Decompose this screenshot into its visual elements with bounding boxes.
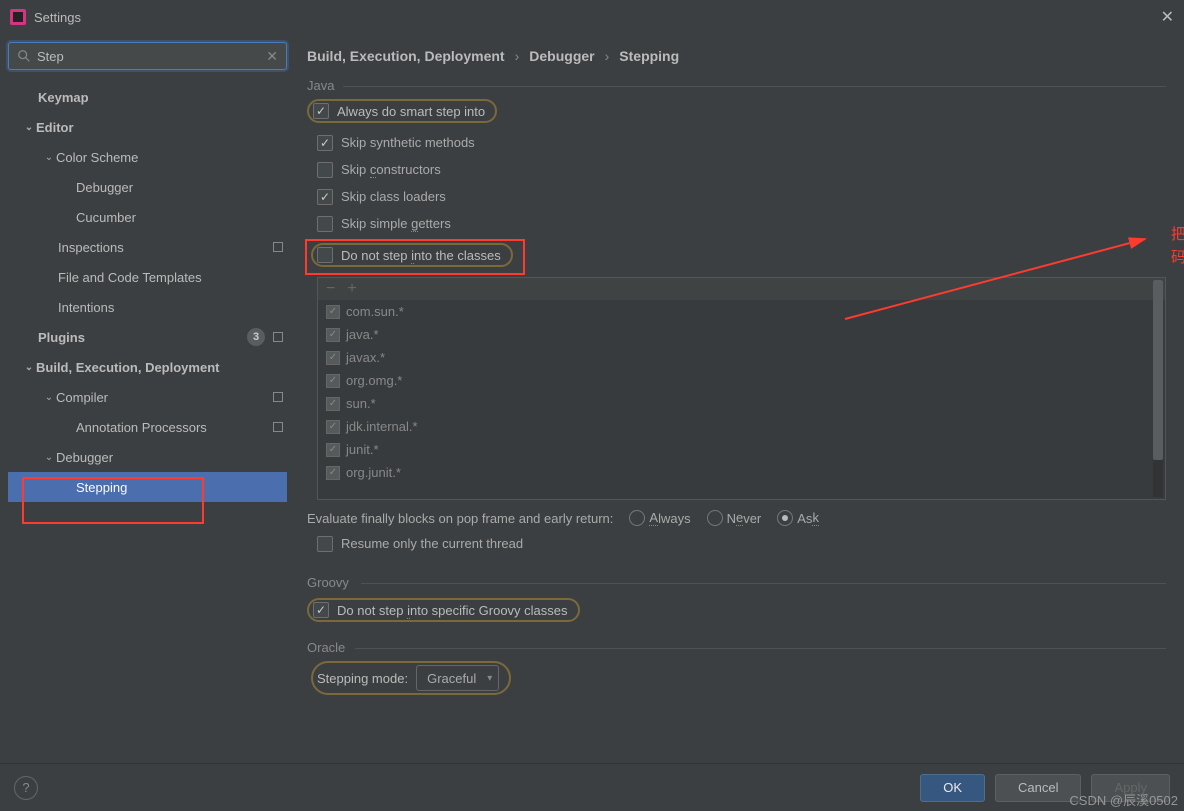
modified-marker-icon <box>273 422 283 432</box>
chevron-down-icon: ⌄ <box>42 452 56 463</box>
watermark: CSDN @辰溪0502 <box>1069 790 1178 809</box>
tree-annotation-proc[interactable]: Annotation Processors <box>8 412 287 442</box>
checkbox-resume-current[interactable] <box>317 536 333 552</box>
label-skip-synth: Skip synthetic methods <box>341 135 475 150</box>
item-checkbox[interactable] <box>326 328 340 342</box>
search-icon <box>17 49 31 63</box>
plugins-count-badge: 3 <box>247 328 265 346</box>
item-checkbox[interactable] <box>326 351 340 365</box>
chevron-down-icon: ⌄ <box>42 392 56 403</box>
modified-marker-icon <box>273 332 283 342</box>
list-item[interactable]: java.* <box>318 323 1165 346</box>
item-checkbox[interactable] <box>326 420 340 434</box>
checkbox-groovy-no-step[interactable] <box>313 602 329 618</box>
list-item[interactable]: jdk.internal.* <box>318 415 1165 438</box>
bc-debugger[interactable]: Debugger <box>529 48 594 64</box>
ok-button[interactable]: OK <box>920 774 985 802</box>
item-checkbox[interactable] <box>326 443 340 457</box>
search-input[interactable] <box>37 49 266 64</box>
help-button[interactable]: ? <box>14 776 38 800</box>
label-skip-getters: Skip simple getters <box>341 216 451 231</box>
tree-file-templates[interactable]: File and Code Templates <box>8 262 287 292</box>
list-item[interactable]: javax.* <box>318 346 1165 369</box>
modified-marker-icon <box>273 392 283 402</box>
search-field[interactable]: ✕ <box>8 42 287 70</box>
tree-plugins[interactable]: Plugins3 <box>8 322 287 352</box>
checkbox-smart-step[interactable] <box>313 103 329 119</box>
app-icon <box>10 9 26 25</box>
chevron-right-icon: › <box>515 48 520 64</box>
tree-editor[interactable]: ⌄Editor <box>8 112 287 142</box>
modified-marker-icon <box>273 242 283 252</box>
list-item[interactable]: com.sun.* <box>318 300 1165 323</box>
clear-search-icon[interactable]: ✕ <box>266 48 278 65</box>
label-skip-ctor: Skip constructors <box>341 162 441 177</box>
section-oracle: Oracle <box>307 640 1166 655</box>
eval-finally-row: Evaluate finally blocks on pop frame and… <box>307 510 1166 526</box>
tree-intentions[interactable]: Intentions <box>8 292 287 322</box>
tree-bed[interactable]: ⌄Build, Execution, Deployment <box>8 352 287 382</box>
breadcrumb: Build, Execution, Deployment › Debugger … <box>307 48 1166 64</box>
stepping-mode-label: Stepping mode: <box>317 671 408 686</box>
item-checkbox[interactable] <box>326 466 340 480</box>
sidebar: ✕ Keymap ⌄Editor ⌄Color Scheme Debugger … <box>0 34 295 754</box>
content-panel: Build, Execution, Deployment › Debugger … <box>295 34 1184 754</box>
class-filter-list: − + com.sun.* java.* javax.* org.omg.* s… <box>317 277 1166 500</box>
scrollbar-thumb[interactable] <box>1153 280 1163 460</box>
tree-stepping[interactable]: Stepping <box>8 472 287 502</box>
tree-compiler[interactable]: ⌄Compiler <box>8 382 287 412</box>
eval-label: Evaluate finally blocks on pop frame and… <box>307 511 613 526</box>
window-title: Settings <box>34 10 81 25</box>
list-toolbar: − + <box>318 278 1165 300</box>
item-checkbox[interactable] <box>326 397 340 411</box>
chevron-down-icon: ⌄ <box>22 362 36 373</box>
label-groovy-no-step: Do not step into specific Groovy classes <box>337 603 568 618</box>
stepping-mode-dropdown[interactable]: Graceful <box>416 665 499 691</box>
list-item[interactable]: sun.* <box>318 392 1165 415</box>
chevron-down-icon: ⌄ <box>42 152 56 163</box>
item-checkbox[interactable] <box>326 305 340 319</box>
list-item[interactable]: org.junit.* <box>318 461 1165 484</box>
tree-debugger[interactable]: ⌄Debugger <box>8 442 287 472</box>
highlight-stepping-mode: Stepping mode: Graceful <box>311 661 511 695</box>
checkbox-skip-ctor[interactable] <box>317 162 333 178</box>
label-no-step-classes: Do not step into the classes <box>341 248 501 263</box>
highlight-groovy-no-step: Do not step into specific Groovy classes <box>307 598 580 622</box>
radio-never[interactable]: Never <box>707 510 762 526</box>
remove-icon[interactable]: − <box>326 280 335 298</box>
checkbox-no-step-classes[interactable] <box>317 247 333 263</box>
section-java: Java <box>307 78 1166 93</box>
list-item[interactable]: junit.* <box>318 438 1165 461</box>
annotation-text: 把这个取消 这样调试的时候就可以进入到源码里面 <box>1171 224 1184 269</box>
list-item[interactable]: org.omg.* <box>318 369 1165 392</box>
chevron-right-icon: › <box>605 48 610 64</box>
footer: ? OK Cancel Apply <box>0 763 1184 811</box>
label-skip-loaders: Skip class loaders <box>341 189 446 204</box>
radio-always[interactable]: Always <box>629 510 690 526</box>
highlight-no-step-classes: Do not step into the classes <box>305 239 525 275</box>
item-checkbox[interactable] <box>326 374 340 388</box>
highlight-smart-step: Always do smart step into <box>307 99 497 123</box>
add-icon[interactable]: + <box>347 280 356 298</box>
settings-tree: Keymap ⌄Editor ⌄Color Scheme Debugger Cu… <box>8 82 287 502</box>
chevron-down-icon: ⌄ <box>22 122 36 133</box>
checkbox-skip-loaders[interactable] <box>317 189 333 205</box>
title-bar: Settings ✕ <box>0 0 1184 34</box>
tree-cs-cucumber[interactable]: Cucumber <box>8 202 287 232</box>
section-groovy: Groovy <box>307 575 1166 590</box>
checkbox-skip-getters[interactable] <box>317 216 333 232</box>
bc-stepping: Stepping <box>619 48 679 64</box>
tree-color-scheme[interactable]: ⌄Color Scheme <box>8 142 287 172</box>
tree-inspections[interactable]: Inspections <box>8 232 287 262</box>
bc-bed[interactable]: Build, Execution, Deployment <box>307 48 505 64</box>
label-resume: Resume only the current thread <box>341 536 523 551</box>
radio-ask[interactable]: Ask <box>777 510 819 526</box>
label-smart-step: Always do smart step into <box>337 104 485 119</box>
close-icon[interactable]: ✕ <box>1161 7 1174 27</box>
tree-cs-debugger[interactable]: Debugger <box>8 172 287 202</box>
checkbox-skip-synth[interactable] <box>317 135 333 151</box>
tree-keymap[interactable]: Keymap <box>8 82 287 112</box>
